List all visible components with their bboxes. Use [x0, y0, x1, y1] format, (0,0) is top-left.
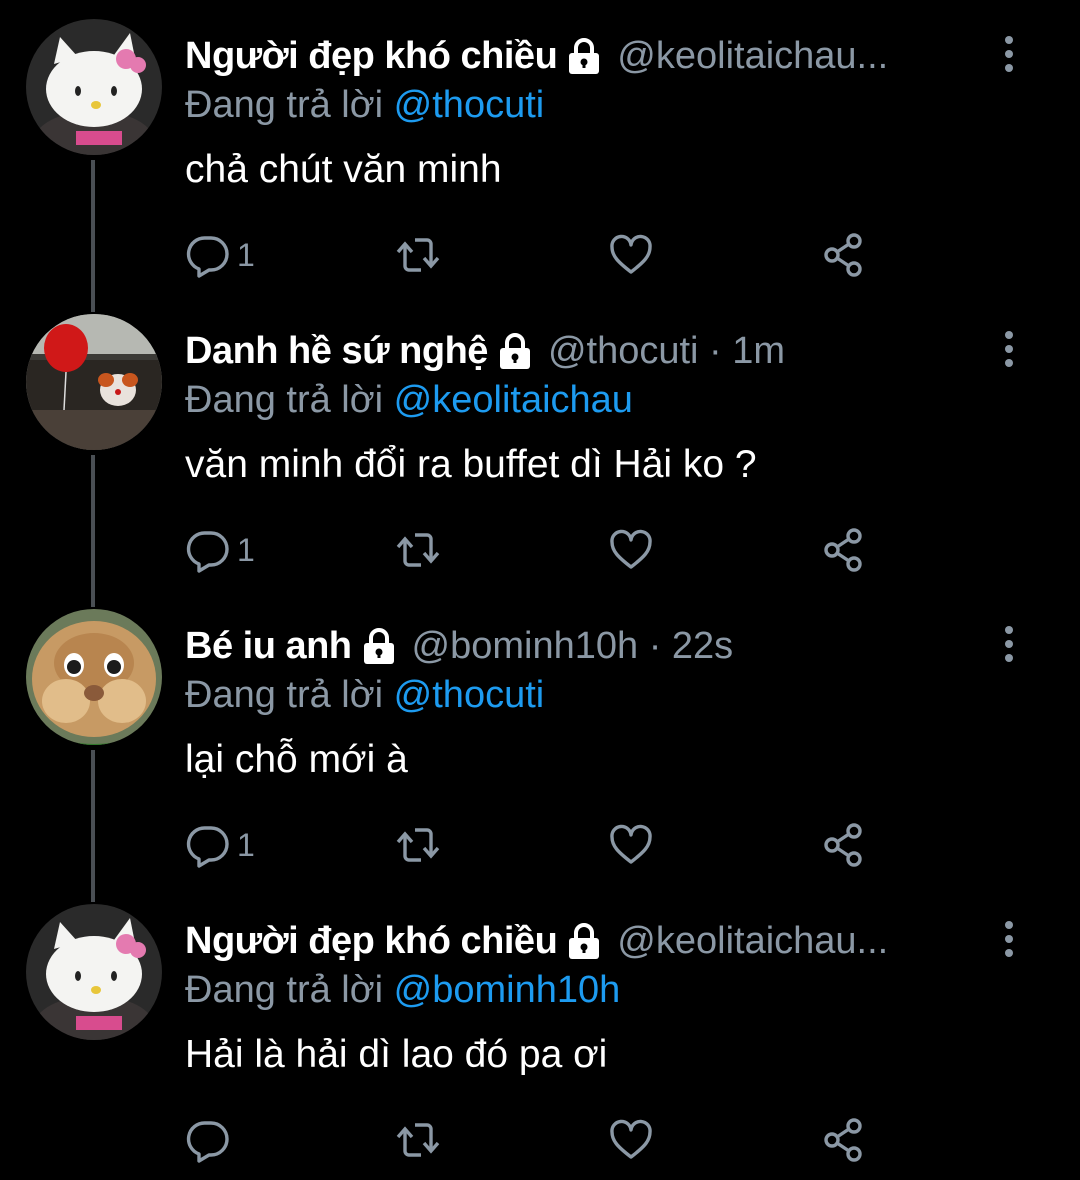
reply-count: 1 [237, 826, 255, 863]
tweet-header: Người đẹp khó chiều @keolitaichau... [185, 913, 888, 969]
avatar[interactable] [26, 19, 162, 155]
lock-icon [363, 628, 394, 664]
tweet-header: Bé iu anh @bominh10h · 22s [185, 618, 733, 674]
display-name[interactable]: Danh hề sứ nghệ [185, 330, 488, 373]
reply-icon [186, 236, 229, 278]
avatar[interactable] [26, 314, 162, 450]
display-name[interactable]: Người đẹp khó chiều [185, 35, 558, 78]
reply-button[interactable] [185, 1115, 237, 1165]
replying-to: Đang trả lời @bominh10h [185, 969, 620, 1012]
tweet-text: lại chỗ mới à [185, 738, 408, 781]
retweet-button[interactable] [395, 1115, 441, 1165]
retweet-button[interactable] [395, 230, 441, 280]
reply-button[interactable]: 1 [185, 230, 255, 280]
replying-label: Đang trả lời [185, 379, 394, 421]
tweet-header: Danh hề sứ nghệ @thocuti · 1m [185, 323, 785, 379]
more-vertical-icon[interactable] [995, 919, 1023, 959]
share-icon [824, 233, 862, 277]
replying-to: Đang trả lời @thocuti [185, 84, 544, 127]
user-handle[interactable]: @keolitaichau... [617, 35, 888, 78]
retweet-icon [396, 238, 440, 272]
mention-link[interactable]: @thocuti [394, 674, 545, 716]
avatar[interactable] [26, 904, 162, 1040]
like-button[interactable] [608, 525, 654, 575]
tweet[interactable]: Người đẹp khó chiều @keolitaichau... Đan… [0, 885, 1080, 1180]
reply-icon [186, 531, 229, 573]
more-vertical-icon[interactable] [995, 34, 1023, 74]
tweet-actions [185, 1115, 885, 1165]
hello-kitty-avatar [26, 904, 162, 1040]
heart-icon [610, 1119, 652, 1159]
reply-icon [186, 1121, 229, 1163]
tweet[interactable]: Người đẹp khó chiều @keolitaichau... Đan… [0, 0, 1080, 295]
lock-icon [569, 923, 600, 959]
heart-icon [610, 529, 652, 569]
retweet-icon [396, 828, 440, 862]
lock-icon [499, 333, 530, 369]
retweet-icon [396, 1123, 440, 1157]
retweet-button[interactable] [395, 525, 441, 575]
user-handle[interactable]: @bominh10h · 22s [412, 625, 734, 668]
replying-label: Đang trả lời [185, 674, 394, 716]
heart-icon [610, 234, 652, 274]
share-icon [824, 823, 862, 867]
replying-label: Đang trả lời [185, 84, 394, 126]
user-handle[interactable]: @keolitaichau... [617, 920, 888, 963]
retweet-icon [396, 533, 440, 567]
like-button[interactable] [608, 820, 654, 870]
reply-count: 1 [237, 236, 255, 273]
share-button[interactable] [821, 820, 867, 870]
tweet[interactable]: Bé iu anh @bominh10h · 22s Đang trả lời … [0, 590, 1080, 885]
retweet-button[interactable] [395, 820, 441, 870]
reply-icon [186, 826, 229, 868]
share-icon [824, 528, 862, 572]
like-button[interactable] [608, 230, 654, 280]
replying-to: Đang trả lời @thocuti [185, 674, 544, 717]
reply-button[interactable]: 1 [185, 820, 255, 870]
share-icon [824, 1118, 862, 1162]
clown-balloon-avatar [26, 314, 162, 450]
user-handle[interactable]: @thocuti · 1m [548, 330, 785, 373]
replying-label: Đang trả lời [185, 969, 394, 1011]
display-name[interactable]: Người đẹp khó chiều [185, 920, 558, 963]
mention-link[interactable]: @thocuti [394, 84, 545, 126]
like-button[interactable] [608, 1115, 654, 1165]
tweet-text: chả chút văn minh [185, 148, 502, 191]
share-button[interactable] [821, 230, 867, 280]
chipmunk-avatar [26, 609, 162, 745]
reply-button[interactable]: 1 [185, 525, 255, 575]
lock-icon [569, 38, 600, 74]
more-vertical-icon[interactable] [995, 329, 1023, 369]
heart-icon [610, 824, 652, 864]
display-name[interactable]: Bé iu anh [185, 625, 352, 668]
avatar[interactable] [26, 609, 162, 745]
tweet-text: văn minh đổi ra buffet dì Hải ko ? [185, 443, 757, 486]
tweet-text: Hải là hải dì lao đó pa ơi [185, 1033, 608, 1076]
tweet-actions: 1 [185, 820, 885, 870]
replying-to: Đang trả lời @keolitaichau [185, 379, 633, 422]
tweet-actions: 1 [185, 525, 885, 575]
reply-count: 1 [237, 531, 255, 568]
conversation-thread: Người đẹp khó chiều @keolitaichau... Đan… [0, 0, 1080, 1180]
tweet-header: Người đẹp khó chiều @keolitaichau... [185, 28, 888, 84]
hello-kitty-avatar [26, 19, 162, 155]
share-button[interactable] [821, 1115, 867, 1165]
tweet[interactable]: Danh hề sứ nghệ @thocuti · 1m Đang trả l… [0, 295, 1080, 590]
mention-link[interactable]: @keolitaichau [394, 379, 633, 421]
mention-link[interactable]: @bominh10h [394, 969, 621, 1011]
share-button[interactable] [821, 525, 867, 575]
more-vertical-icon[interactable] [995, 624, 1023, 664]
tweet-actions: 1 [185, 230, 885, 280]
